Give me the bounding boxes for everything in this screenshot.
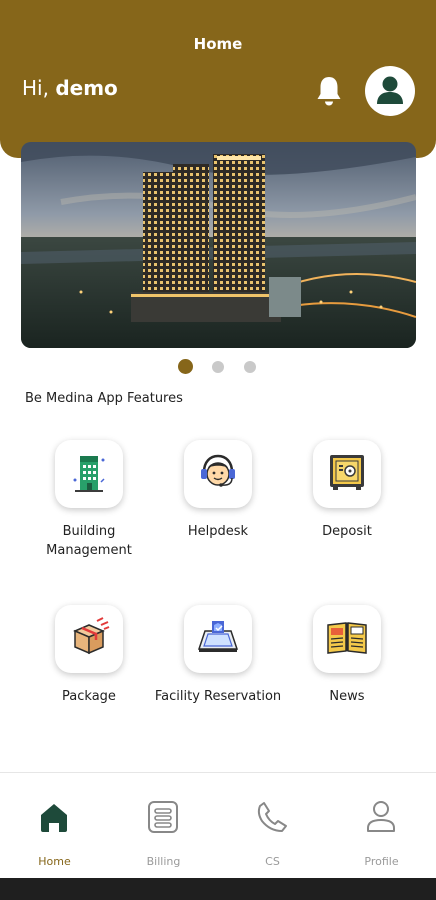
notification-bell-icon[interactable]: [314, 74, 344, 108]
profile-icon: [361, 797, 401, 837]
feature-tile: [55, 605, 123, 673]
home-screen: Home Hi, demo Be Medina App Features Bui…: [0, 0, 436, 900]
feature-label: Deposit: [322, 524, 372, 539]
helpdesk-headset-icon: [196, 450, 240, 498]
greeting: Hi, demo: [22, 76, 118, 100]
carousel-banner-image[interactable]: [21, 142, 416, 348]
package-box-icon: [67, 615, 111, 663]
feature-deposit[interactable]: Deposit: [282, 440, 412, 541]
building-icon: [69, 450, 109, 498]
feature-tile: [313, 605, 381, 673]
feature-tile: [184, 440, 252, 508]
feature-label: News: [329, 689, 365, 704]
app-header: Home Hi, demo: [0, 0, 436, 158]
nav-label: Billing: [146, 855, 181, 868]
bottom-navigation: Home Billing CS Profile: [0, 772, 436, 878]
feature-label: Building Management: [46, 524, 132, 558]
nav-item-cs[interactable]: CS: [218, 773, 327, 879]
feature-facility-reservation[interactable]: Facility Reservation: [153, 605, 283, 706]
feature-label: Facility Reservation: [154, 689, 282, 704]
features-section-title: Be Medina App Features: [25, 391, 183, 406]
facility-reservation-icon: [195, 615, 241, 663]
page-title: Home: [193, 35, 243, 53]
system-navigation-bar: [0, 878, 436, 900]
carousel-dot-3[interactable]: [244, 361, 256, 373]
phone-icon: [252, 797, 292, 837]
carousel-dot-1[interactable]: [178, 359, 193, 374]
nav-item-billing[interactable]: Billing: [109, 773, 218, 879]
feature-label: Helpdesk: [187, 524, 249, 539]
newspaper-icon: [324, 617, 370, 661]
nav-item-home[interactable]: Home: [0, 773, 109, 879]
nav-item-profile[interactable]: Profile: [327, 773, 436, 879]
billing-icon: [143, 797, 183, 837]
feature-label: Package: [62, 689, 116, 704]
feature-news[interactable]: News: [282, 605, 412, 706]
nav-label: CS: [265, 855, 280, 868]
carousel-indicator: [0, 359, 436, 375]
feature-tile: [313, 440, 381, 508]
greeting-prefix: Hi,: [22, 76, 56, 100]
nav-label: Home: [38, 855, 71, 868]
safe-icon: [326, 451, 368, 497]
user-name: demo: [55, 76, 118, 100]
feature-tile: [184, 605, 252, 673]
feature-tile: [55, 440, 123, 508]
feature-building-management[interactable]: Building Management: [24, 440, 154, 560]
feature-package[interactable]: Package: [24, 605, 154, 706]
carousel-dot-2[interactable]: [212, 361, 224, 373]
profile-avatar-button[interactable]: [365, 66, 415, 116]
home-icon: [34, 797, 74, 837]
feature-helpdesk[interactable]: Helpdesk: [153, 440, 283, 541]
nav-label: Profile: [364, 855, 399, 868]
